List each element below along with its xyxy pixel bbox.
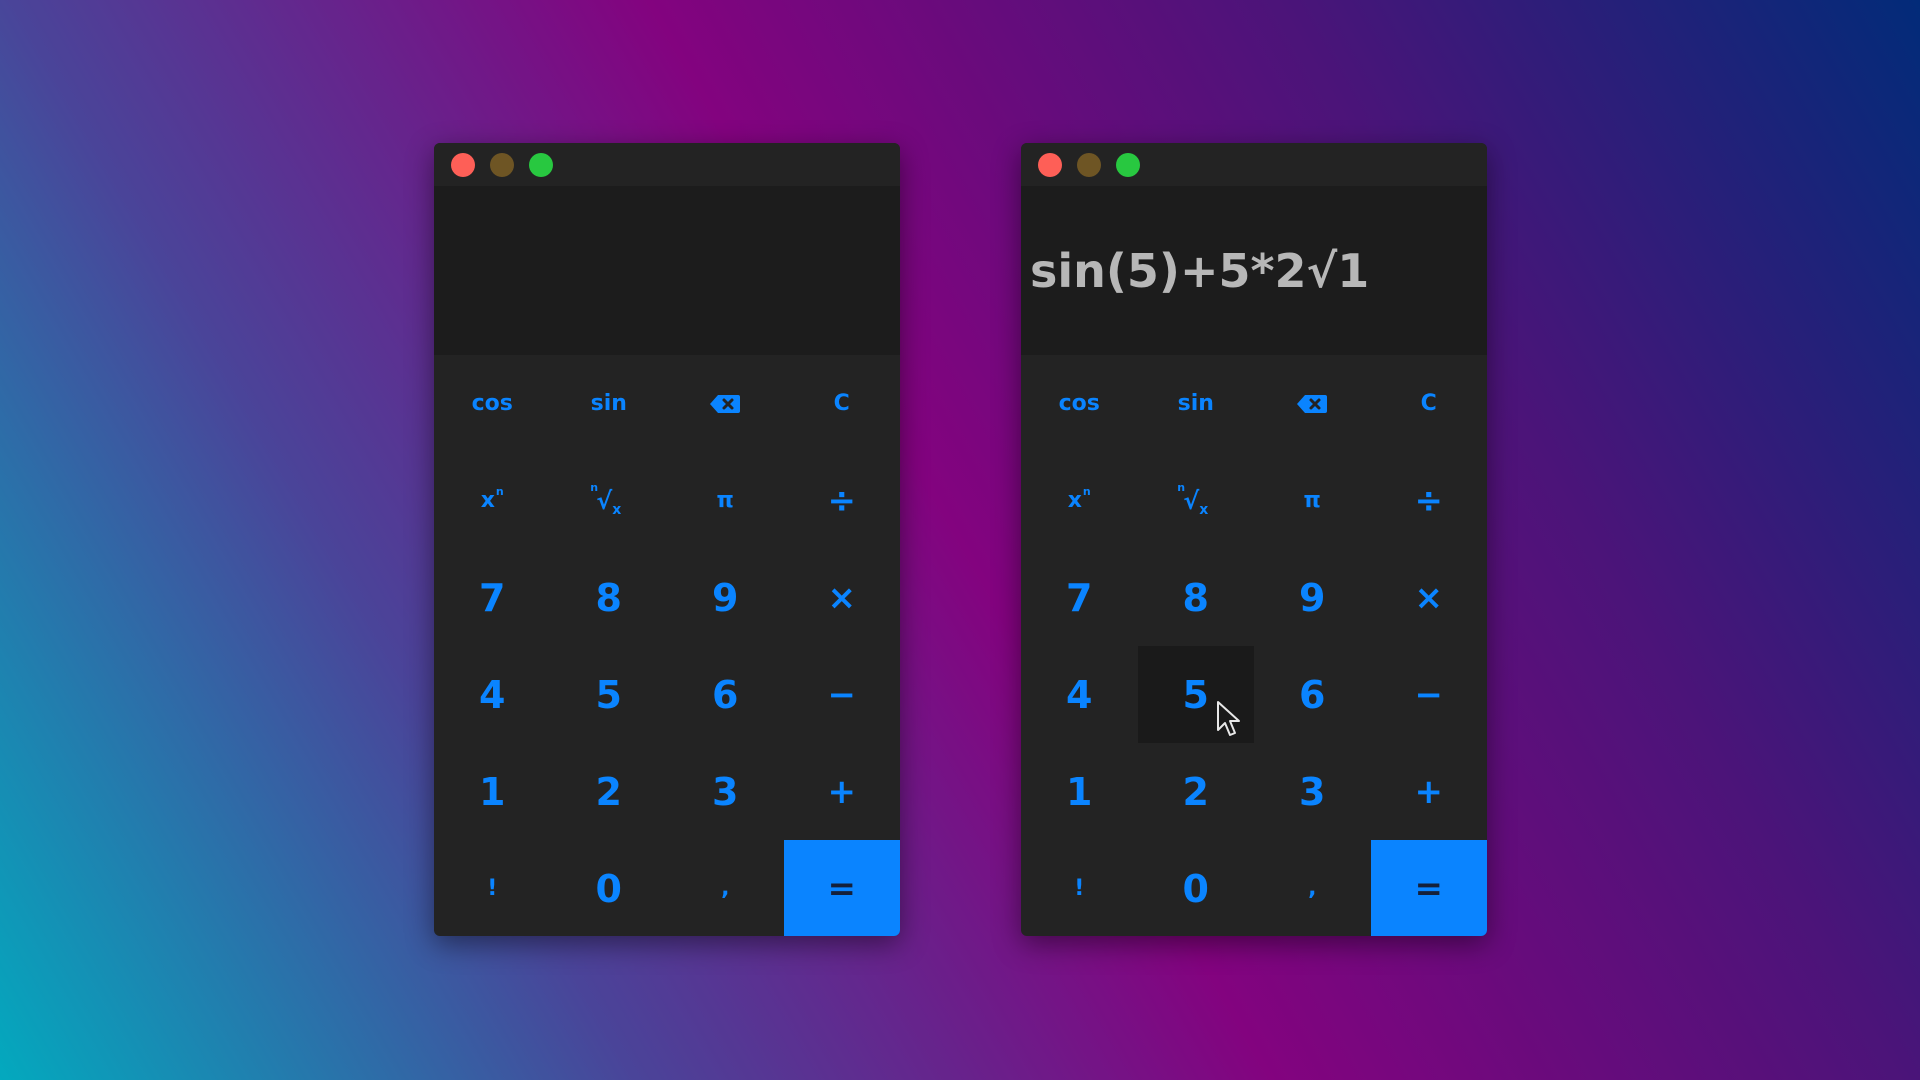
digit-9-button[interactable]: 9 <box>1254 549 1371 646</box>
digit-0-button[interactable]: 0 <box>551 840 668 936</box>
digit-6-button[interactable]: 6 <box>667 646 784 743</box>
minimize-button[interactable] <box>1077 152 1101 177</box>
backspace-icon <box>710 394 741 413</box>
root-sign: √ <box>1183 486 1200 515</box>
keypad: cos sin C xn n √x π ÷ 7 8 9 × 4 5 6 − 1 2… <box>1021 355 1487 936</box>
digit-9-button[interactable]: 9 <box>667 549 784 646</box>
digit-6-button[interactable]: 6 <box>1254 646 1371 743</box>
root-radicand: x <box>1199 501 1209 518</box>
root-sign: √ <box>596 486 613 515</box>
digit-1-button[interactable]: 1 <box>1021 743 1138 840</box>
minimize-button[interactable] <box>490 152 514 177</box>
factorial-button[interactable]: ! <box>1021 840 1138 936</box>
equals-button[interactable]: = <box>783 840 900 936</box>
calculator-window-empty: cos sin C xn n √x π ÷ 7 8 9 × 4 5 6 − 1 2… <box>434 143 900 936</box>
expression-display <box>434 186 900 355</box>
comma-button[interactable]: , <box>667 840 784 936</box>
pi-button[interactable]: π <box>667 452 784 549</box>
clear-button[interactable]: C <box>1371 355 1488 452</box>
power-button[interactable]: xn <box>434 452 551 549</box>
calculator-window-expression: sin(5)+5*2√1 cos sin C xn n √x π ÷ 7 8 9 … <box>1021 143 1487 936</box>
keypad: cos sin C xn n √x π ÷ 7 8 9 × 4 5 6 − 1 2… <box>434 355 900 936</box>
digit-0-button[interactable]: 0 <box>1138 840 1255 936</box>
title-bar <box>1021 143 1487 186</box>
multiply-button[interactable]: × <box>784 549 901 646</box>
comma-button[interactable]: , <box>1254 840 1371 936</box>
factorial-button[interactable]: ! <box>434 840 551 936</box>
root-index: n <box>1177 480 1186 494</box>
close-button[interactable] <box>1038 152 1062 177</box>
divide-button[interactable]: ÷ <box>784 452 901 549</box>
digit-4-button[interactable]: 4 <box>434 646 551 743</box>
power-button[interactable]: xn <box>1021 452 1138 549</box>
sin-button[interactable]: sin <box>1138 355 1255 452</box>
plus-button[interactable]: + <box>1371 743 1488 840</box>
multiply-button[interactable]: × <box>1371 549 1488 646</box>
title-bar <box>434 143 900 186</box>
digit-8-button[interactable]: 8 <box>551 549 668 646</box>
digit-7-button[interactable]: 7 <box>1021 549 1138 646</box>
power-base: x <box>480 488 495 513</box>
equals-button[interactable]: = <box>1370 840 1487 936</box>
minus-button[interactable]: − <box>1371 646 1488 743</box>
digit-8-button[interactable]: 8 <box>1138 549 1255 646</box>
digit-3-button[interactable]: 3 <box>667 743 784 840</box>
digit-5-button[interactable]: 5 <box>1137 646 1254 743</box>
cos-button[interactable]: cos <box>1021 355 1138 452</box>
digit-2-button[interactable]: 2 <box>551 743 668 840</box>
backspace-button[interactable] <box>667 355 784 452</box>
digit-4-button[interactable]: 4 <box>1021 646 1138 743</box>
divide-button[interactable]: ÷ <box>1371 452 1488 549</box>
maximize-button[interactable] <box>1116 152 1140 177</box>
power-base: x <box>1067 488 1082 513</box>
root-button[interactable]: n √x <box>551 452 668 549</box>
pi-button[interactable]: π <box>1254 452 1371 549</box>
backspace-button[interactable] <box>1254 355 1371 452</box>
digit-7-button[interactable]: 7 <box>434 549 551 646</box>
desktop-background <box>0 0 1920 1080</box>
sin-button[interactable]: sin <box>551 355 668 452</box>
cos-button[interactable]: cos <box>434 355 551 452</box>
plus-button[interactable]: + <box>784 743 901 840</box>
digit-3-button[interactable]: 3 <box>1254 743 1371 840</box>
close-button[interactable] <box>451 152 475 177</box>
minus-button[interactable]: − <box>784 646 901 743</box>
clear-button[interactable]: C <box>784 355 901 452</box>
digit-2-button[interactable]: 2 <box>1138 743 1255 840</box>
digit-1-button[interactable]: 1 <box>434 743 551 840</box>
maximize-button[interactable] <box>529 152 553 177</box>
root-index: n <box>590 480 599 494</box>
backspace-icon <box>1297 394 1328 413</box>
power-exponent: n <box>495 485 504 498</box>
root-button[interactable]: n √x <box>1138 452 1255 549</box>
root-radicand: x <box>612 501 622 518</box>
expression-display: sin(5)+5*2√1 <box>1021 186 1487 355</box>
digit-5-button[interactable]: 5 <box>551 646 668 743</box>
expression-text: sin(5)+5*2√1 <box>1030 243 1370 298</box>
power-exponent: n <box>1082 485 1091 498</box>
